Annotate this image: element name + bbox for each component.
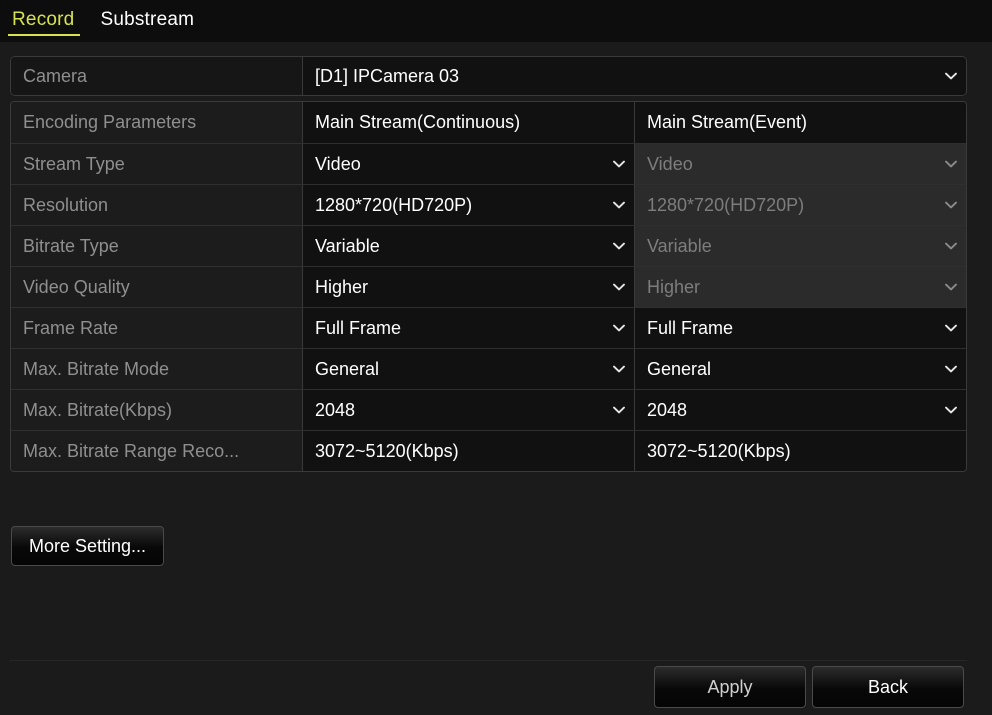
- chevron-down-icon: [613, 160, 625, 168]
- camera-select[interactable]: [D1] IPCamera 03: [303, 57, 966, 95]
- continuous-video-quality-select[interactable]: Higher: [303, 267, 635, 307]
- tab-substream-label: Substream: [100, 9, 195, 30]
- row-label-video-quality: Video Quality: [11, 267, 303, 307]
- event-max-bitrate-mode-value: General: [647, 358, 712, 379]
- continuous-max-bitrate-mode-select[interactable]: General: [303, 349, 635, 389]
- table-row: Max. Bitrate(Kbps) 2048 2048: [11, 389, 966, 430]
- row-label-frame-rate: Frame Rate: [11, 308, 303, 348]
- encoding-parameters-table: Encoding Parameters Main Stream(Continuo…: [10, 101, 967, 472]
- tab-substream[interactable]: Substream: [88, 0, 208, 42]
- event-max-bitrate-mode-select[interactable]: General: [635, 349, 966, 389]
- event-frame-rate-select[interactable]: Full Frame: [635, 308, 966, 348]
- table-row: Max. Bitrate Mode General General: [11, 348, 966, 389]
- event-stream-type-value: Video: [647, 153, 693, 174]
- footer-divider: [10, 660, 967, 661]
- row-label-resolution: Resolution: [11, 185, 303, 225]
- chevron-down-icon: [945, 160, 957, 168]
- continuous-resolution-select[interactable]: 1280*720(HD720P): [303, 185, 635, 225]
- more-setting-button[interactable]: More Setting...: [11, 526, 164, 566]
- continuous-video-quality-value: Higher: [315, 276, 369, 297]
- continuous-max-bitrate-range-value: 3072~5120(Kbps): [303, 431, 635, 471]
- camera-label: Camera: [11, 57, 303, 95]
- table-row: Video Quality Higher Higher: [11, 266, 966, 307]
- event-resolution-value: 1280*720(HD720P): [647, 194, 805, 215]
- chevron-down-icon: [613, 242, 625, 250]
- event-video-quality-value: Higher: [647, 276, 701, 297]
- camera-row: Camera [D1] IPCamera 03: [10, 56, 967, 96]
- chevron-down-icon: [945, 72, 957, 80]
- chevron-down-icon: [945, 406, 957, 414]
- tab-record-label: Record: [12, 9, 75, 30]
- event-max-bitrate-value: 2048: [647, 399, 688, 420]
- chevron-down-icon: [945, 365, 957, 373]
- continuous-max-bitrate-mode-value: General: [315, 358, 380, 379]
- row-label-bitrate-type: Bitrate Type: [11, 226, 303, 266]
- continuous-bitrate-type-value: Variable: [315, 235, 380, 256]
- event-bitrate-type-select: Variable: [635, 226, 966, 266]
- row-label-max-bitrate-range: Max. Bitrate Range Reco...: [11, 431, 303, 471]
- chevron-down-icon: [613, 283, 625, 291]
- event-video-quality-select: Higher: [635, 267, 966, 307]
- chevron-down-icon: [613, 365, 625, 373]
- event-max-bitrate-select[interactable]: 2048: [635, 390, 966, 430]
- table-row: Resolution 1280*720(HD720P) 1280*720(HD7…: [11, 184, 966, 225]
- row-label-stream-type: Stream Type: [11, 144, 303, 184]
- table-row: Frame Rate Full Frame Full Frame: [11, 307, 966, 348]
- tab-bar: Record Substream: [0, 0, 992, 42]
- chevron-down-icon: [613, 201, 625, 209]
- continuous-frame-rate-select[interactable]: Full Frame: [303, 308, 635, 348]
- continuous-max-bitrate-value: 2048: [315, 399, 356, 420]
- event-resolution-select: 1280*720(HD720P): [635, 185, 966, 225]
- table-header-event: Main Stream(Event): [635, 102, 966, 143]
- chevron-down-icon: [613, 406, 625, 414]
- table-header-continuous: Main Stream(Continuous): [303, 102, 635, 143]
- encoding-settings-page: Record Substream Camera [D1] IPCamera 03…: [0, 0, 992, 715]
- row-label-max-bitrate-mode: Max. Bitrate Mode: [11, 349, 303, 389]
- table-row: Bitrate Type Variable Variable: [11, 225, 966, 266]
- continuous-max-bitrate-select[interactable]: 2048: [303, 390, 635, 430]
- continuous-stream-type-select[interactable]: Video: [303, 144, 635, 184]
- table-header-label: Encoding Parameters: [11, 102, 303, 143]
- event-frame-rate-value: Full Frame: [647, 317, 734, 338]
- back-button[interactable]: Back: [812, 666, 964, 708]
- event-max-bitrate-range-value: 3072~5120(Kbps): [635, 431, 966, 471]
- camera-value-text: [D1] IPCamera 03: [315, 65, 460, 86]
- tab-record[interactable]: Record: [0, 0, 88, 42]
- event-bitrate-type-value: Variable: [647, 235, 712, 256]
- chevron-down-icon: [945, 201, 957, 209]
- continuous-stream-type-value: Video: [315, 153, 361, 174]
- table-row: Max. Bitrate Range Reco... 3072~5120(Kbp…: [11, 430, 966, 471]
- row-label-max-bitrate: Max. Bitrate(Kbps): [11, 390, 303, 430]
- table-header-row: Encoding Parameters Main Stream(Continuo…: [11, 102, 966, 143]
- chevron-down-icon: [945, 242, 957, 250]
- chevron-down-icon: [613, 324, 625, 332]
- chevron-down-icon: [945, 324, 957, 332]
- continuous-bitrate-type-select[interactable]: Variable: [303, 226, 635, 266]
- event-stream-type-select: Video: [635, 144, 966, 184]
- continuous-frame-rate-value: Full Frame: [315, 317, 402, 338]
- table-row: Stream Type Video Video: [11, 143, 966, 184]
- chevron-down-icon: [945, 283, 957, 291]
- apply-button[interactable]: Apply: [654, 666, 806, 708]
- continuous-resolution-value: 1280*720(HD720P): [315, 194, 473, 215]
